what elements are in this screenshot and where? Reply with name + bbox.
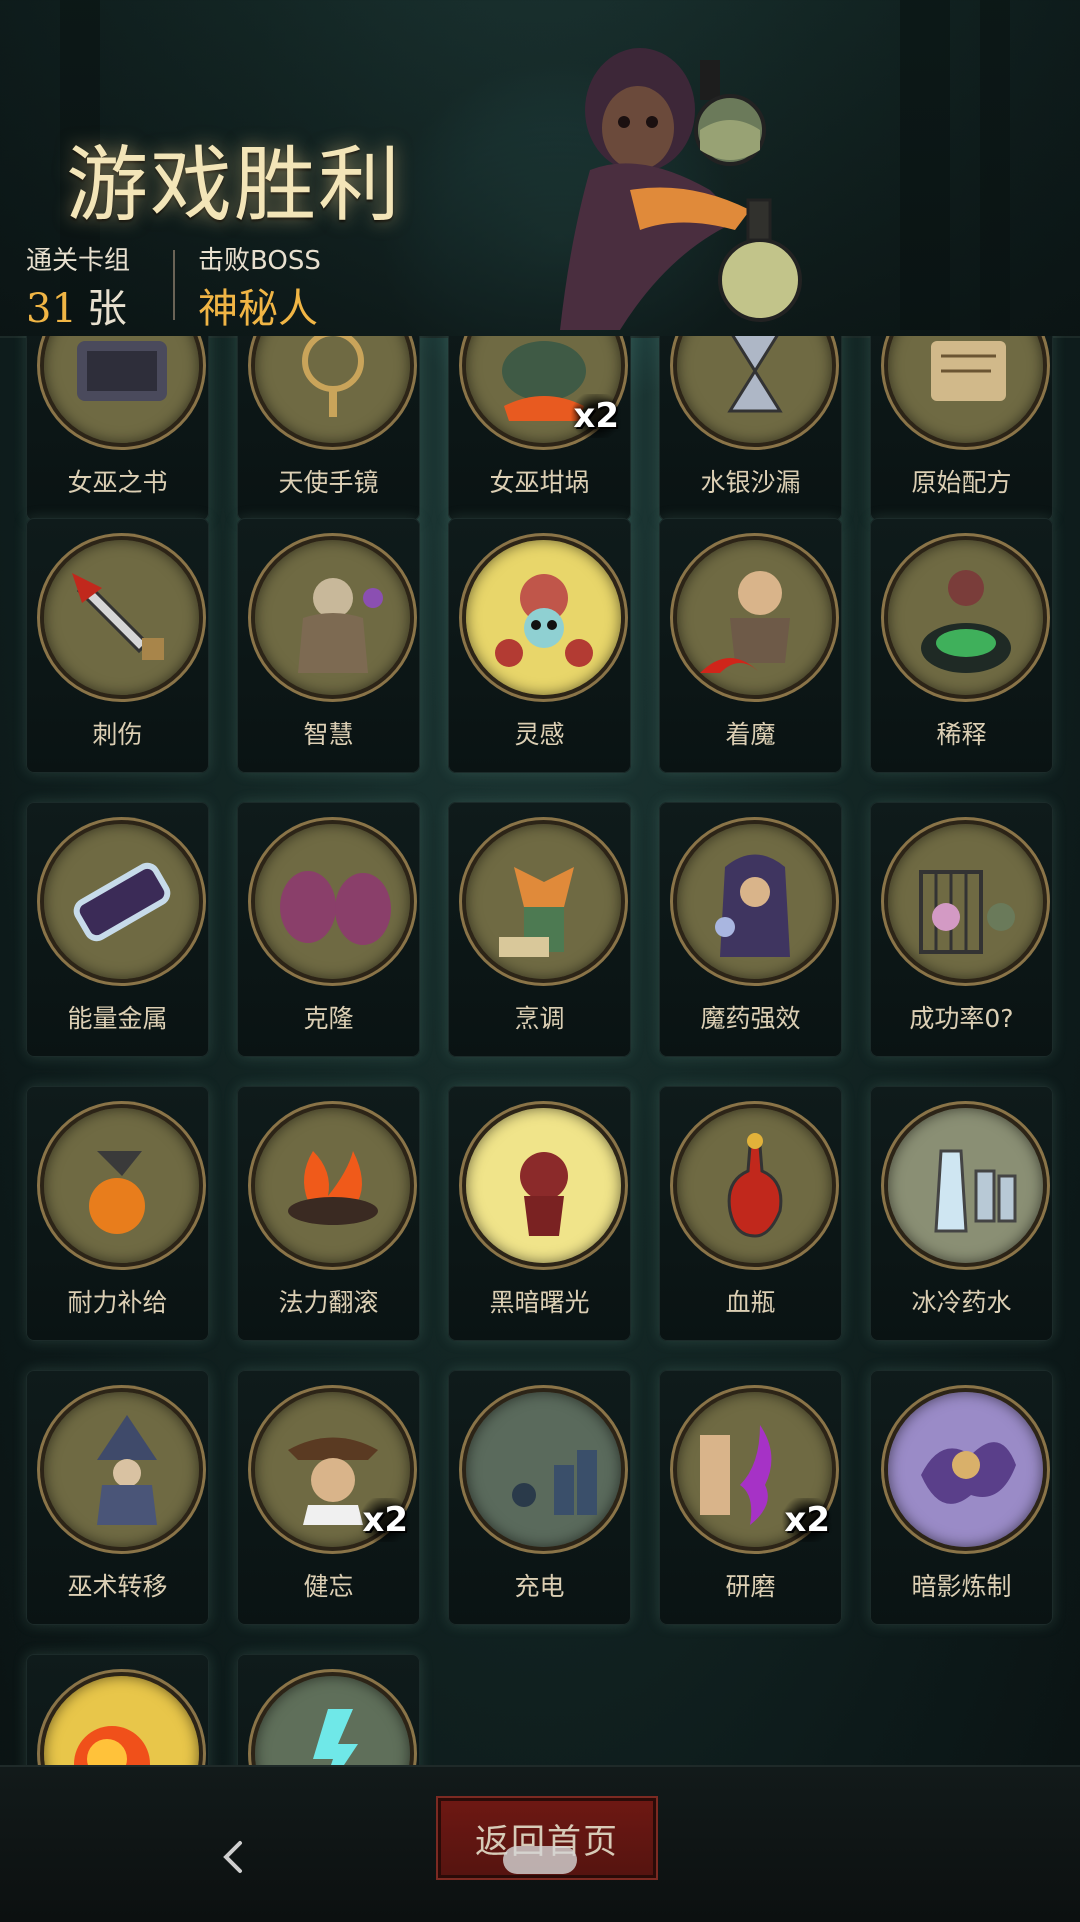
card-item[interactable] — [237, 1654, 420, 1766]
card-item[interactable]: 冰冷药水 — [870, 1086, 1053, 1341]
card-item[interactable] — [26, 1654, 209, 1766]
card-name: 水银沙漏 — [700, 468, 801, 497]
battery-icon — [73, 862, 170, 941]
boss-label: 击败BOSS — [198, 246, 321, 276]
card-item[interactable]: 能量金属 — [26, 802, 209, 1057]
card-grid: 女巫之书 天使手镜 x2 女巫坩埚 水银沙漏 原始配方 刺伤 智慧 灵感 着魔 … — [0, 336, 1080, 1766]
stat-divider — [173, 250, 175, 320]
demon-icon — [519, 1151, 568, 1236]
card-name: 能量金属 — [67, 1004, 168, 1033]
card-name: 稀释 — [936, 720, 987, 749]
card-item[interactable]: 耐力补给 — [26, 1086, 209, 1341]
witch-pot-icon — [920, 569, 1011, 673]
blood-bottle-icon — [727, 1132, 782, 1238]
card-name: 刺伤 — [92, 720, 143, 749]
card-item[interactable]: 克隆 — [237, 802, 420, 1057]
mirror-icon — [301, 336, 364, 417]
fox-cook-icon — [498, 866, 574, 957]
card-item[interactable]: 成功率0? — [870, 802, 1053, 1057]
cage-icon — [918, 869, 1015, 954]
card-name: 研磨 — [725, 1572, 776, 1601]
card-name: 冰冷药水 — [911, 1288, 1012, 1317]
card-item[interactable]: 女巫之书 — [26, 336, 209, 521]
card-item[interactable]: 着魔 — [659, 518, 842, 773]
card-name: 智慧 — [303, 720, 354, 749]
card-item[interactable]: 天使手镜 — [237, 336, 420, 521]
card-item[interactable]: 巫术转移 — [26, 1370, 209, 1625]
wizard-icon — [96, 1414, 157, 1525]
card-name: 天使手镜 — [278, 468, 379, 497]
hourglass-icon — [726, 336, 783, 412]
card-name: 耐力补给 — [67, 1288, 168, 1317]
card-item[interactable]: 烹调 — [448, 802, 631, 1057]
home-pill-icon[interactable] — [503, 1846, 577, 1874]
fireball-icon — [73, 1725, 150, 1766]
card-name: 灵感 — [514, 720, 565, 749]
card-item[interactable]: 智慧 — [237, 518, 420, 773]
card-name: 暗影炼制 — [911, 1572, 1012, 1601]
card-name: 烹调 — [514, 1004, 565, 1033]
count-badge: x2 — [567, 394, 625, 438]
card-item[interactable]: 黑暗曙光 — [448, 1086, 631, 1341]
eggs-icon — [279, 870, 391, 945]
card-name: 成功率0? — [909, 1004, 1014, 1033]
alchemist-character-art — [560, 48, 802, 330]
victory-title: 游戏胜利 — [66, 138, 403, 233]
card-item[interactable]: 原始配方 — [870, 336, 1053, 521]
card-name: 充电 — [514, 1572, 565, 1601]
card-item[interactable]: x2 研磨 — [659, 1370, 842, 1625]
count-badge: x2 — [356, 1498, 414, 1542]
card-item[interactable]: 暗影炼制 — [870, 1370, 1053, 1625]
book-icon — [76, 340, 167, 401]
card-item[interactable]: 法力翻滚 — [237, 1086, 420, 1341]
card-name: 血瓶 — [725, 1288, 776, 1317]
card-name: 女巫之书 — [67, 468, 168, 497]
card-item[interactable]: 血瓶 — [659, 1086, 842, 1341]
victory-header: 游戏胜利 通关卡组 31 张 击败BOSS 神秘人 — [0, 0, 1080, 338]
potion-bird-icon — [88, 1150, 145, 1234]
card-item[interactable]: x2 女巫坩埚 — [448, 336, 631, 521]
scroll-icon — [930, 340, 1006, 401]
card-item[interactable]: 水银沙漏 — [659, 336, 842, 521]
card-item[interactable]: 魔药强效 — [659, 802, 842, 1057]
card-name: 健忘 — [303, 1572, 354, 1601]
possessed-icon — [699, 570, 790, 673]
card-name: 着魔 — [725, 720, 776, 749]
card-item[interactable]: x2 健忘 — [237, 1370, 420, 1625]
card-item[interactable]: 灵感 — [448, 518, 631, 773]
card-name: 女巫坩埚 — [489, 468, 590, 497]
card-name: 法力翻滚 — [278, 1288, 379, 1317]
boss-name: 神秘人 — [198, 286, 318, 332]
ice-bottles-icon — [933, 1149, 1016, 1232]
chevron-left-icon[interactable] — [218, 1837, 248, 1877]
lightning-icon — [312, 1708, 358, 1766]
hooded-mage-icon — [714, 854, 790, 957]
fire-bowl-icon — [287, 1150, 378, 1225]
cleared-deck-label: 通关卡组 — [26, 246, 131, 276]
shadow-smoke-icon — [920, 1441, 1016, 1504]
card-name: 魔药强效 — [700, 1004, 801, 1033]
skull-brain-icon — [494, 573, 593, 667]
card-name: 巫术转移 — [67, 1572, 168, 1601]
count-badge: x2 — [778, 1498, 836, 1542]
sage-icon — [297, 577, 383, 673]
card-item[interactable]: 充电 — [448, 1370, 631, 1625]
card-item[interactable]: 刺伤 — [26, 518, 209, 773]
card-name: 克隆 — [303, 1004, 354, 1033]
city-storm-icon — [511, 1449, 597, 1515]
cleared-deck-count: 31 张 — [26, 286, 127, 332]
dagger-icon — [71, 572, 164, 660]
card-name: 黑暗曙光 — [489, 1288, 590, 1317]
card-name: 原始配方 — [911, 468, 1012, 497]
card-item[interactable]: 稀释 — [870, 518, 1053, 773]
